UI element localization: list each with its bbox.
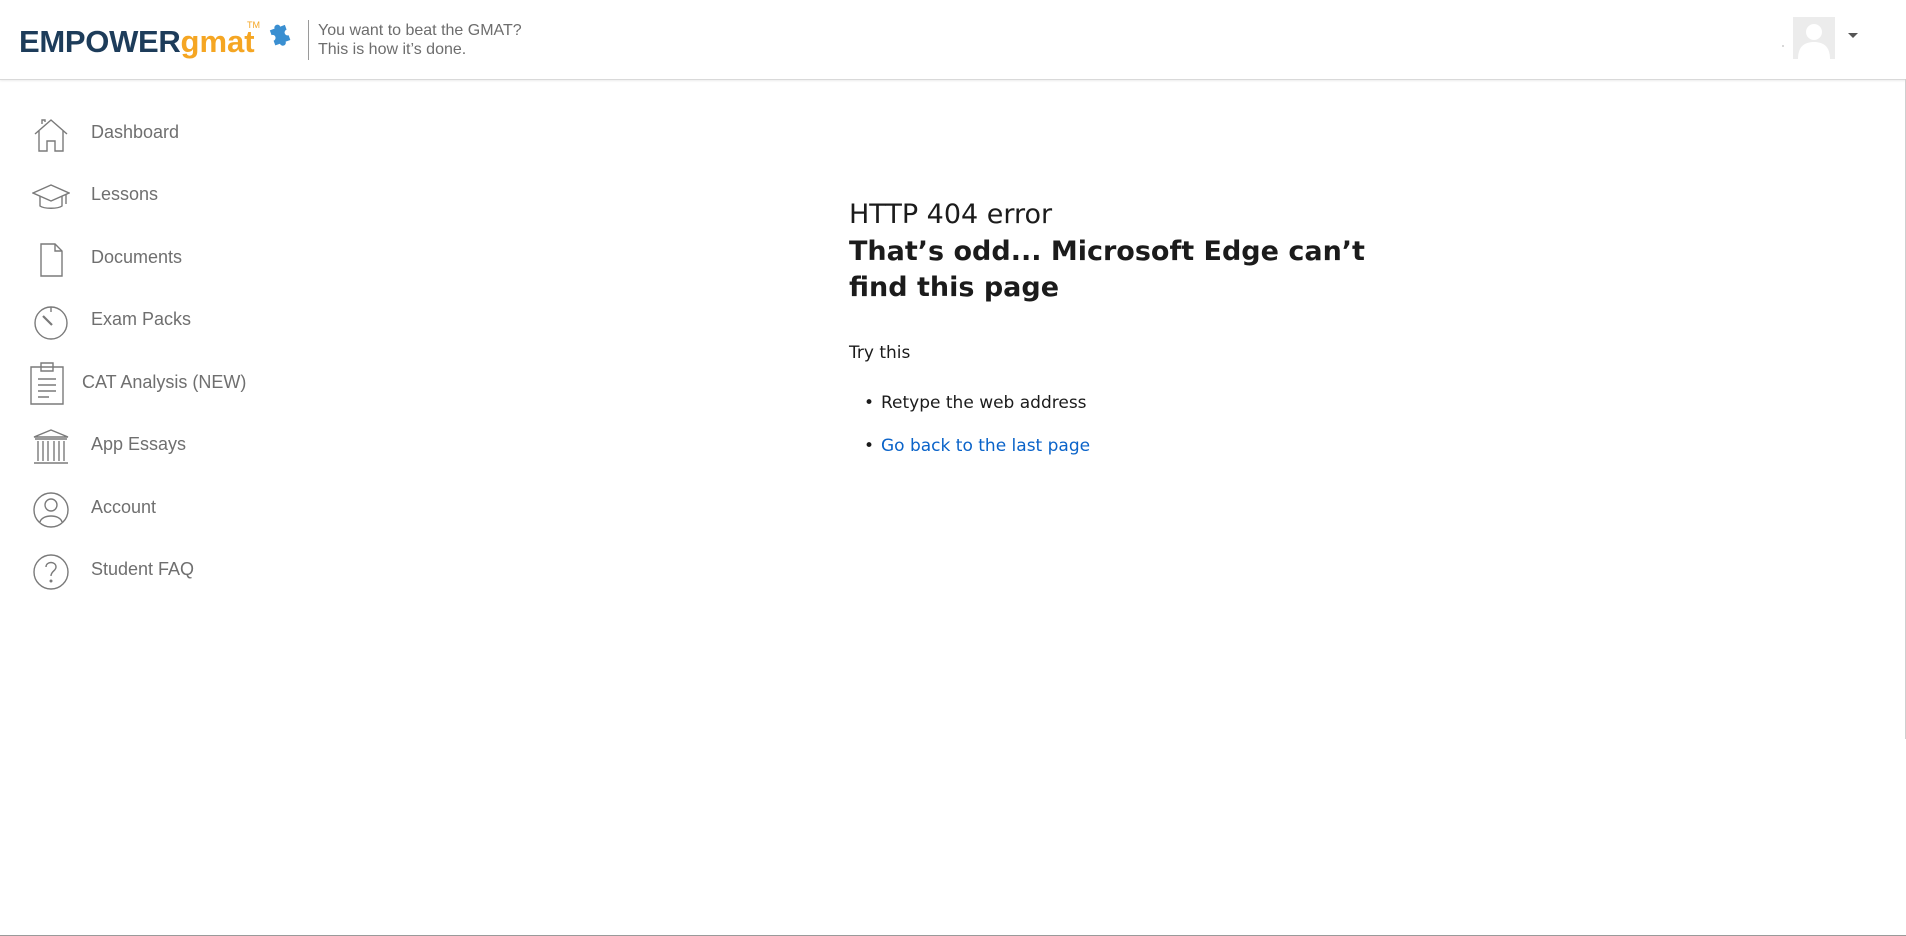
sidebar-item-documents[interactable]: Documents	[0, 233, 300, 283]
sidebar-item-label: Lessons	[91, 184, 159, 204]
graduation-cap-icon	[32, 184, 70, 209]
suggestion-retype: Retype the web address	[881, 393, 1087, 413]
tagline: You want to beat the GMAT? This is how i…	[318, 21, 522, 59]
sidebar-item-exam-packs[interactable]: Exam Packs	[0, 295, 300, 345]
suggestions-list: • Retype the web address • Go back to th…	[849, 391, 1449, 458]
site-header: EMPOWER gmat TM You want to beat the GMAT…	[0, 0, 1906, 80]
user-avatar[interactable]	[1793, 17, 1835, 59]
error-title: That’s odd... Microsoft Edge can’t find …	[849, 236, 1365, 303]
empowergmat-logo[interactable]: EMPOWER gmat TM	[19, 20, 291, 62]
tagline-line1: You want to beat the GMAT?	[318, 22, 522, 39]
status-dot	[1782, 45, 1784, 47]
chevron-down-icon[interactable]	[1848, 33, 1858, 38]
sidebar-item-lessons[interactable]: Lessons	[0, 170, 300, 220]
user-circle-icon	[33, 492, 69, 528]
suggestion-item: • Retype the web address	[849, 391, 1449, 415]
house-icon	[34, 119, 68, 152]
stopwatch-icon	[34, 306, 68, 340]
try-this-heading: Try this	[849, 343, 911, 363]
sidebar-item-label: Exam Packs	[91, 309, 192, 329]
sidebar-item-label: Dashboard	[91, 122, 180, 142]
sidebar-item-student-faq[interactable]: Student FAQ	[0, 545, 300, 595]
sidebar-item-account[interactable]: Account	[0, 483, 300, 533]
tagline-line2: This is how it’s done.	[318, 41, 467, 58]
sidebar-item-label: App Essays	[91, 434, 187, 454]
bullet: •	[864, 393, 875, 413]
sidebar-item-label: Account	[91, 497, 157, 517]
sidebar-item-label: Student FAQ	[91, 559, 195, 579]
sidebar-item-label: CAT Analysis (NEW)	[82, 372, 247, 392]
logo-trademark: TM	[247, 20, 260, 30]
sidebar-item-dashboard[interactable]: Dashboard	[0, 108, 300, 158]
clipboard-icon	[30, 362, 64, 405]
sidebar-item-app-essays[interactable]: App Essays	[0, 420, 300, 470]
error-code: HTTP 404 error	[849, 199, 1053, 230]
error-panel: HTTP 404 error That’s odd... Microsoft E…	[849, 196, 1449, 477]
logo-text-empower: EMPOWER	[19, 24, 181, 59]
sidebar-item-cat-analysis[interactable]: CAT Analysis (NEW)	[0, 358, 300, 408]
sidebar-item-label: Documents	[91, 247, 183, 267]
logo-text-gmat: gmat	[180, 24, 255, 59]
avatar-silhouette-icon	[1793, 17, 1835, 59]
building-columns-icon	[33, 429, 69, 464]
question-circle-icon	[33, 554, 69, 590]
puzzle-piece-icon	[269, 24, 291, 46]
suggestion-item: • Go back to the last page	[849, 434, 1449, 458]
document-icon	[40, 243, 63, 277]
page: EMPOWER gmat TM You want to beat the GMAT…	[0, 0, 1906, 936]
bullet: •	[864, 436, 875, 456]
go-back-link[interactable]: Go back to the last page	[881, 436, 1090, 456]
header-divider	[308, 20, 309, 60]
